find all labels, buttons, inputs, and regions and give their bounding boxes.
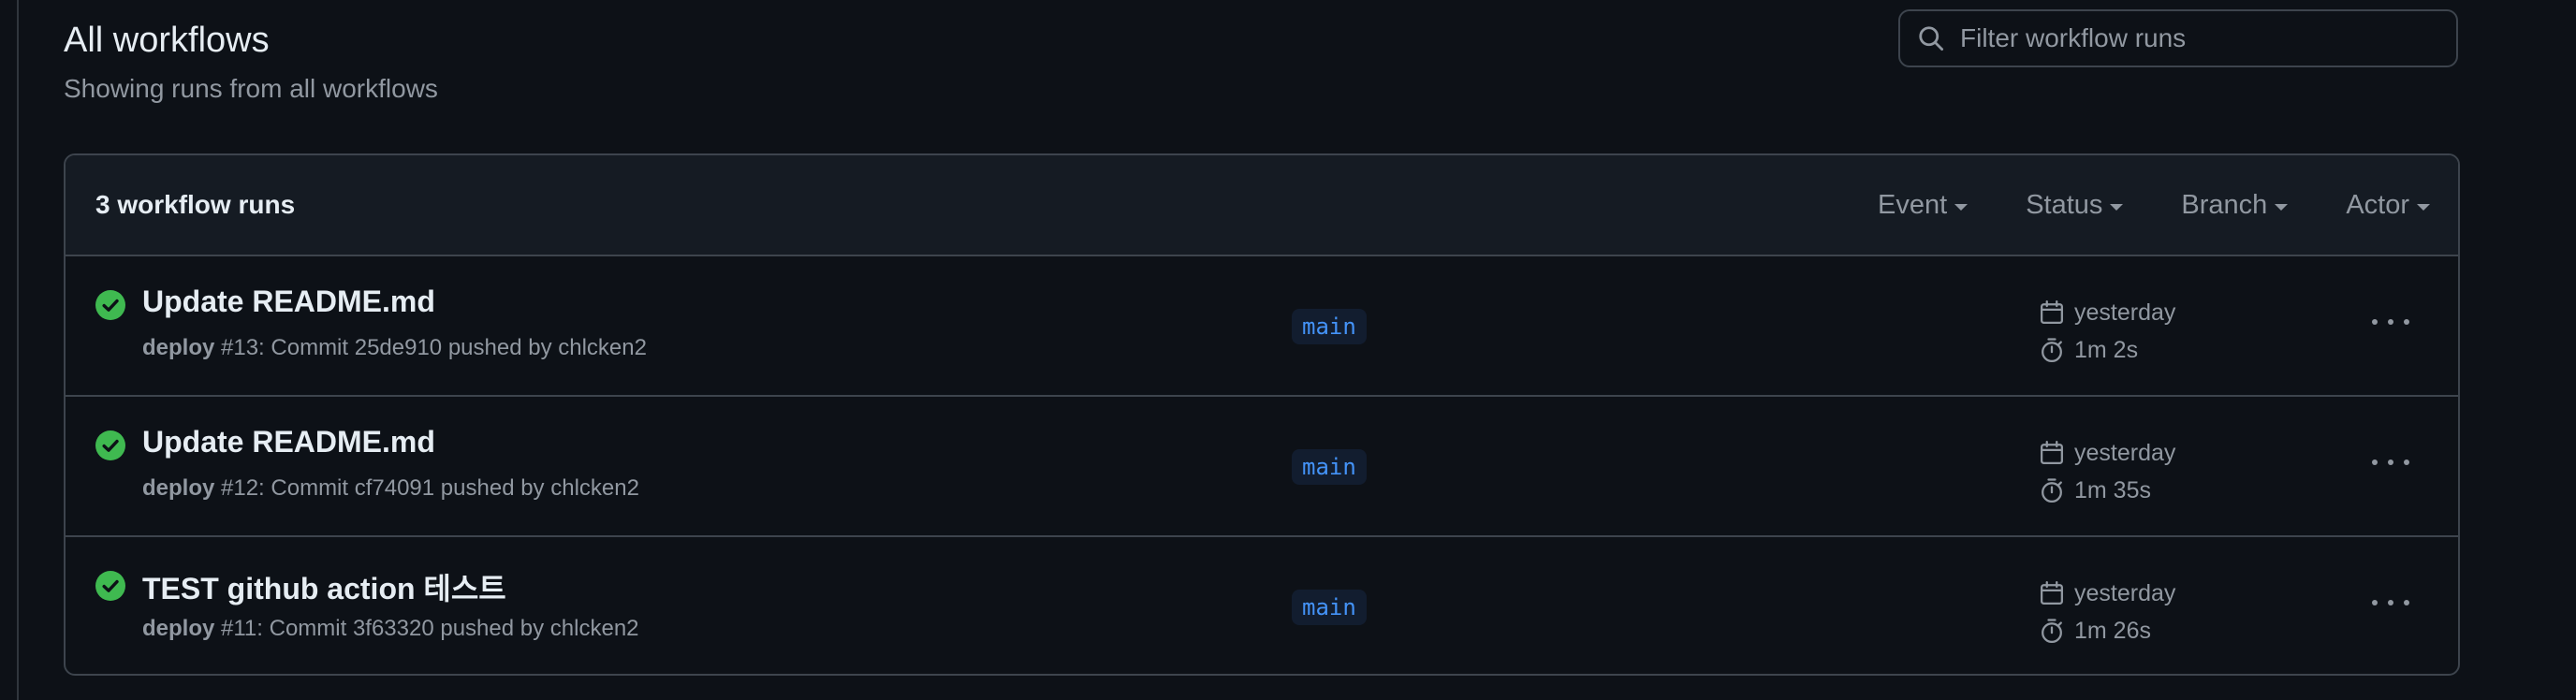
calendar-icon	[2041, 580, 2063, 605]
workflow-runs-list: 3 workflow runs Event Status Branch Acto…	[64, 153, 2460, 676]
run-workflow-name: deploy	[142, 475, 215, 501]
run-timing: yesterday 1m 35s	[2039, 434, 2175, 509]
calendar-icon	[2041, 440, 2063, 464]
kebab-horizontal-icon[interactable]	[2372, 313, 2409, 331]
runs-list-header: 3 workflow runs Event Status Branch Acto…	[66, 155, 2458, 256]
check-circle-icon	[95, 430, 125, 460]
run-title-link[interactable]: Update README.md	[142, 284, 435, 319]
caret-down-icon	[2275, 203, 2289, 211]
run-title-link[interactable]: TEST github action 테스트	[142, 565, 506, 608]
workflow-runs-page: All workflows Showing runs from all work…	[64, 0, 2460, 676]
run-duration-text: 1m 26s	[2074, 617, 2151, 644]
caret-down-icon	[2417, 203, 2430, 211]
run-date-text: yesterday	[2074, 439, 2176, 466]
workflow-run-row[interactable]: Update README.md deploy #13: Commit 25de…	[66, 256, 2458, 397]
kebab-horizontal-icon[interactable]	[2372, 593, 2409, 612]
page-subtitle: Showing runs from all workflows	[64, 74, 438, 103]
run-duration-text: 1m 2s	[2074, 336, 2139, 363]
run-duration: 1m 2s	[2039, 331, 2175, 369]
stopwatch-icon	[2042, 478, 2062, 503]
run-workflow-name: deploy	[142, 616, 215, 641]
status-filter-label: Status	[2026, 189, 2103, 220]
filter-input[interactable]	[1958, 22, 2449, 54]
run-meta: deploy #13: Commit 25de910 pushed by chl…	[142, 335, 647, 361]
status-filter-button[interactable]: Status	[2026, 189, 2124, 221]
workflow-run-row[interactable]: TEST github action 테스트 deploy #11: Commi…	[66, 537, 2458, 674]
branch-filter-button[interactable]: Branch	[2181, 189, 2289, 221]
left-divider	[17, 0, 19, 700]
branch-badge[interactable]: main	[1292, 309, 1367, 344]
check-circle-icon	[95, 571, 125, 601]
run-timing: yesterday 1m 26s	[2039, 575, 2175, 649]
branch-badge[interactable]: main	[1292, 590, 1367, 625]
run-date: yesterday	[2039, 575, 2175, 612]
actor-filter-button[interactable]: Actor	[2346, 190, 2430, 221]
page-header: All workflows Showing runs from all work…	[64, 0, 2460, 153]
run-workflow-name: deploy	[142, 335, 215, 360]
run-date-text: yesterday	[2074, 579, 2176, 606]
run-meta: deploy #12: Commit cf74091 pushed by chl…	[142, 475, 639, 502]
caret-down-icon	[2110, 203, 2124, 211]
check-circle-icon	[95, 290, 125, 320]
run-date: yesterday	[2039, 434, 2175, 472]
branch-filter-label: Branch	[2181, 189, 2268, 220]
event-filter-button[interactable]: Event	[1878, 189, 1969, 221]
run-detail: #12: Commit cf74091 pushed by chlcken2	[214, 475, 639, 501]
event-filter-label: Event	[1878, 189, 1948, 220]
run-detail: #13: Commit 25de910 pushed by chlcken2	[214, 335, 647, 360]
page-title: All workflows	[64, 21, 270, 60]
run-date-text: yesterday	[2074, 299, 2176, 326]
kebab-horizontal-icon[interactable]	[2372, 453, 2409, 472]
workflow-run-row[interactable]: Update README.md deploy #12: Commit cf74…	[66, 397, 2458, 537]
run-meta: deploy #11: Commit 3f63320 pushed by chl…	[142, 616, 639, 642]
filter-workflow-runs[interactable]	[1898, 9, 2458, 67]
run-duration: 1m 26s	[2039, 612, 2175, 649]
actor-filter-label: Actor	[2346, 189, 2409, 220]
run-title-link[interactable]: Update README.md	[142, 425, 435, 459]
runs-count: 3 workflow runs	[95, 190, 296, 219]
search-icon	[1917, 24, 1945, 52]
run-date: yesterday	[2039, 294, 2175, 331]
runs-filters: Event Status Branch Actor	[1878, 190, 2430, 221]
stopwatch-icon	[2042, 619, 2062, 644]
run-duration: 1m 35s	[2039, 472, 2175, 509]
run-duration-text: 1m 35s	[2074, 476, 2151, 503]
run-detail: #11: Commit 3f63320 pushed by chlcken2	[214, 616, 639, 641]
calendar-icon	[2041, 299, 2063, 324]
caret-down-icon	[1954, 203, 1969, 211]
run-timing: yesterday 1m 2s	[2039, 294, 2175, 369]
stopwatch-icon	[2042, 338, 2062, 363]
branch-badge[interactable]: main	[1292, 449, 1367, 485]
